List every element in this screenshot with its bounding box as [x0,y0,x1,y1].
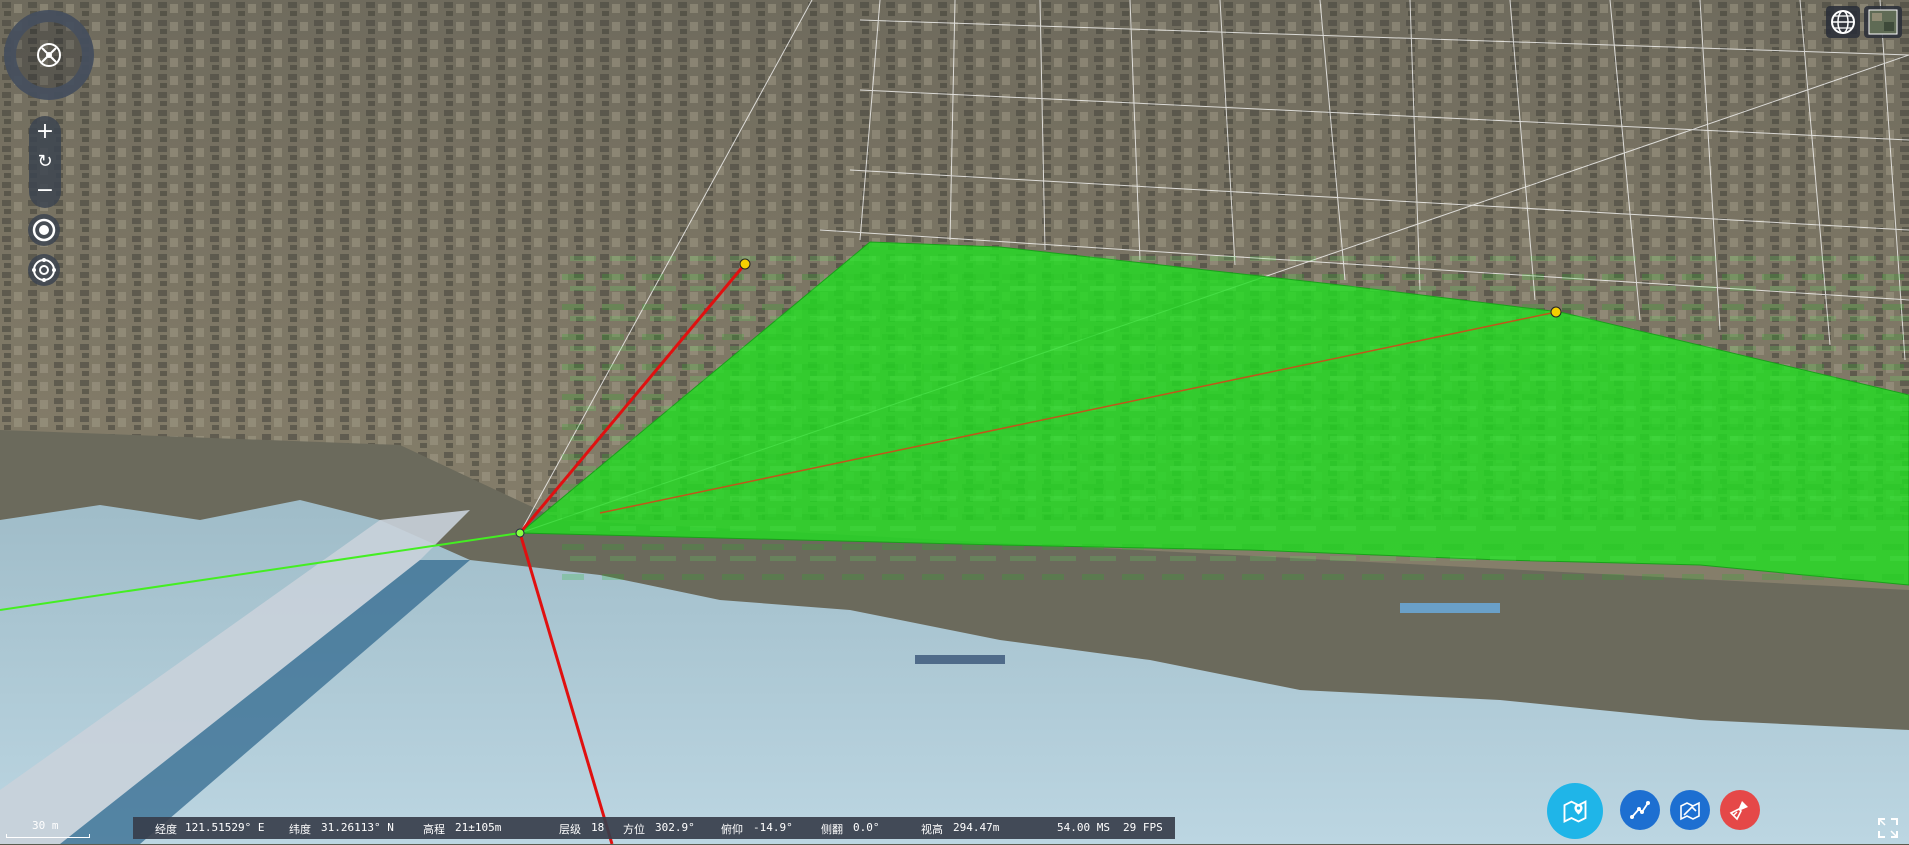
lon-label: 经度 [155,823,177,836]
basemap-button[interactable] [1864,6,1902,38]
zoom-control: + ↻ − [29,116,61,208]
polygon-texture [560,250,1909,580]
minus-icon[interactable]: − [29,176,61,206]
fps-value: 29 FPS [1123,821,1163,834]
view-label: 视高 [921,823,943,836]
plus-icon[interactable]: + [29,117,61,147]
ship [915,655,1005,664]
roll-value: 0.0° [853,821,880,834]
pier [1400,603,1500,613]
map-canvas[interactable] [0,0,1909,844]
lon-value: 121.51529° E [185,821,265,834]
origin-point[interactable] [515,528,525,538]
navigation-ring[interactable] [4,10,94,100]
locate-icon [32,218,56,242]
vertex-point[interactable] [1550,306,1562,318]
locate-button[interactable] [28,214,60,246]
scale-label: 30 m [32,819,59,832]
view-value: 294.47m [953,821,1000,834]
basemap-icon [1868,9,1898,35]
scale-bar: 30 m [4,818,90,838]
heading-value: 302.9° [655,821,695,834]
orbit-button[interactable] [28,254,60,286]
clear-icon [1729,801,1748,821]
globe-button[interactable] [1826,6,1860,38]
pitch-label: 俯仰 [721,823,743,836]
refresh-icon[interactable]: ↻ [29,147,61,177]
vertex-point[interactable] [739,258,751,270]
map-pin-button[interactable] [1547,783,1603,839]
status-bar: 经度 121.51529° E 纬度 31.26113° N 高程 21±105… [133,817,1175,839]
polyline-button[interactable] [1620,790,1660,830]
fullscreen-button[interactable] [1876,816,1900,840]
fullscreen-icon [1878,818,1898,838]
compass-icon[interactable] [37,43,61,67]
alt-value: 21±105m [455,821,502,834]
globe-icon [1831,10,1855,34]
level-value: 18 [591,821,605,834]
area-icon [1680,801,1700,821]
polyline-icon [1630,801,1650,819]
ms-value: 54.00 MS [1057,821,1110,834]
lat-label: 纬度 [289,823,311,836]
level-label: 层级 [559,823,581,836]
orbit-icon [32,258,56,282]
pitch-value: -14.9° [753,821,793,834]
area-button[interactable] [1670,790,1710,830]
lat-value: 31.26113° N [321,821,394,834]
roll-label: 侧翻 [821,823,843,836]
heading-label: 方位 [623,823,645,836]
clear-button[interactable] [1720,790,1760,830]
alt-label: 高程 [423,823,445,836]
map-pin-icon [1563,800,1587,824]
